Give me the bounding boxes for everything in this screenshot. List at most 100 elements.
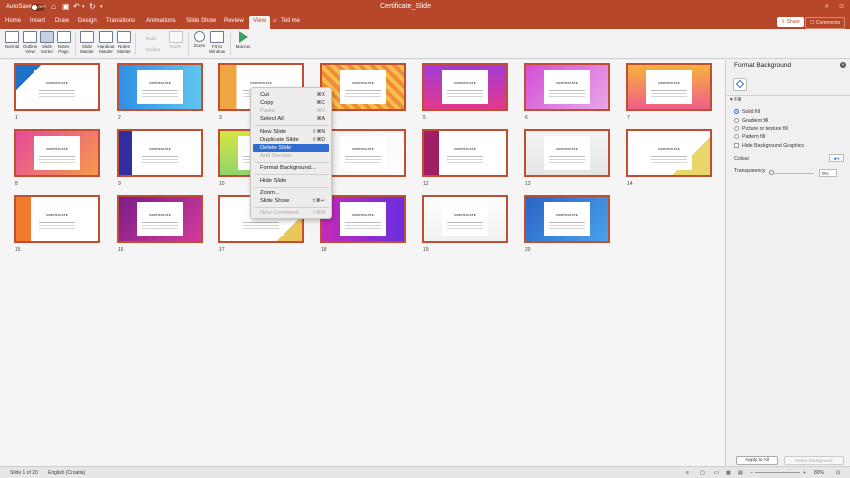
slide-thumbnail[interactable]: CERTIFICATE bbox=[117, 63, 203, 111]
tab-transitions[interactable]: Transitions bbox=[106, 18, 135, 24]
undo-icon[interactable]: ↶ bbox=[73, 2, 80, 11]
menu-item-slide-show[interactable]: Slide Show ⇧⌘↩ bbox=[253, 197, 329, 205]
slide-number: 20 bbox=[525, 247, 531, 253]
transparency-slider-track[interactable] bbox=[769, 173, 814, 174]
certificate-card bbox=[646, 70, 692, 104]
zoom-level[interactable]: 80% bbox=[814, 470, 824, 476]
certificate-card bbox=[646, 136, 692, 170]
menu-item-cut[interactable]: Cut ⌘X bbox=[253, 91, 329, 99]
handout-master-button[interactable]: Handout Master bbox=[96, 31, 116, 54]
slide-thumbnail[interactable]: CERTIFICATE bbox=[524, 195, 610, 243]
tab-home[interactable]: Home bbox=[5, 18, 21, 24]
hide-background-graphics-checkbox[interactable]: Hide Background Graphics bbox=[734, 143, 804, 149]
certificate-card bbox=[544, 136, 590, 170]
fit-slide-icon[interactable]: ⊡ bbox=[836, 470, 840, 476]
share-button[interactable]: ⇪ Share bbox=[777, 17, 804, 27]
reset-background-button[interactable]: Reset Background bbox=[784, 456, 844, 465]
colour-picker-button[interactable]: ◈▾ bbox=[829, 154, 844, 162]
normal-view-button[interactable]: Normal bbox=[4, 31, 20, 49]
slide-thumbnail[interactable]: CERTIFICATE bbox=[117, 195, 203, 243]
slide-thumbnail[interactable]: CERTIFICATE bbox=[117, 129, 203, 177]
gradient-fill-radio[interactable]: Gradient fill bbox=[734, 118, 768, 124]
slide-thumbnail[interactable]: CERTIFICATE bbox=[14, 195, 100, 243]
zoom-button[interactable]: Zoom bbox=[192, 31, 207, 48]
slide-thumbnail[interactable]: CERTIFICATE bbox=[14, 129, 100, 177]
menu-item-paste[interactable]: Paste ⌘V bbox=[253, 107, 329, 115]
menu-item-new-slide[interactable]: New Slide ⇧⌘N bbox=[253, 128, 329, 136]
tab-view[interactable]: View bbox=[249, 16, 270, 29]
slide-thumbnail[interactable]: CERTIFICATE bbox=[524, 63, 610, 111]
apply-to-all-button[interactable]: Apply to All bbox=[736, 456, 778, 465]
certificate-title: CERTIFICATE bbox=[149, 213, 171, 217]
slide-thumbnail[interactable]: CERTIFICATE bbox=[626, 63, 712, 111]
menu-item-duplicate-slide[interactable]: Duplicate Slide ⇧⌘D bbox=[253, 136, 329, 144]
save-icon[interactable]: ▣ bbox=[62, 2, 70, 11]
notes-icon bbox=[168, 31, 183, 43]
comments-button[interactable]: ☐ Comments bbox=[805, 17, 846, 29]
tab-design[interactable]: Design bbox=[78, 18, 97, 24]
reading-view-status-icon[interactable]: ▤ bbox=[738, 470, 743, 476]
slide-thumbnail[interactable]: CERTIFICATE bbox=[422, 63, 508, 111]
notes-master-button[interactable]: Notes Master bbox=[117, 31, 131, 54]
menu-item-hide-slide[interactable]: Hide Slide bbox=[253, 177, 329, 185]
notes-toggle-icon[interactable]: ≡ bbox=[686, 470, 689, 476]
zoom-slider[interactable] bbox=[755, 472, 800, 473]
slide-master-button[interactable]: Slide Master bbox=[79, 31, 95, 54]
autosave-toggle[interactable]: OFF bbox=[31, 4, 46, 11]
pattern-fill-radio[interactable]: Pattern fill bbox=[734, 134, 765, 140]
home-icon[interactable]: ⌂ bbox=[51, 2, 56, 11]
fill-bucket-icon[interactable] bbox=[733, 78, 747, 91]
fill-section-header[interactable]: ▾ Fill bbox=[730, 97, 741, 103]
menu-item-delete-slide[interactable]: Delete Slide bbox=[253, 144, 329, 152]
certificate-text-lines bbox=[548, 90, 586, 91]
redo-icon[interactable]: ↻ bbox=[89, 2, 96, 11]
slide-thumbnail[interactable]: CERTIFICATE bbox=[422, 129, 508, 177]
slide-thumbnail[interactable]: CERTIFICATE bbox=[320, 129, 406, 177]
menu-item-format-background[interactable]: Format Background... bbox=[253, 164, 329, 172]
language-indicator[interactable]: English (Croatia) bbox=[48, 470, 85, 476]
menu-item-copy[interactable]: Copy ⌘C bbox=[253, 99, 329, 107]
tab-review[interactable]: Review bbox=[224, 18, 244, 24]
undo-dropdown-icon[interactable]: ▾ bbox=[82, 4, 85, 10]
ruler-checkbox[interactable]: Ruler bbox=[146, 36, 157, 41]
notes-page-button[interactable]: Notes Page bbox=[56, 31, 71, 54]
slide-sorter-button[interactable]: Slide Sorter bbox=[39, 31, 55, 54]
guides-checkbox[interactable]: Guides bbox=[146, 47, 160, 52]
slide-thumbnail[interactable]: CERTIFICATE bbox=[320, 195, 406, 243]
customize-toolbar-icon[interactable]: ▾ bbox=[100, 4, 103, 10]
notes-button[interactable]: Notes bbox=[168, 31, 183, 49]
comments-toggle-icon[interactable]: ▢ bbox=[700, 470, 705, 476]
solid-fill-radio[interactable]: Solid fill bbox=[734, 109, 760, 115]
slide-thumbnail[interactable]: CERTIFICATE bbox=[422, 195, 508, 243]
fit-to-window-button[interactable]: Fit to Window bbox=[208, 31, 226, 54]
tab-slide-show[interactable]: Slide Show bbox=[186, 18, 216, 24]
slide-thumbnail[interactable]: CERTIFICATE bbox=[320, 63, 406, 111]
slide-thumbnail[interactable]: CERTIFICATE bbox=[524, 129, 610, 177]
zoom-out-icon[interactable]: − bbox=[750, 470, 753, 476]
tab-insert[interactable]: Insert bbox=[30, 18, 45, 24]
slide-thumbnail[interactable]: CERTIFICATE bbox=[14, 63, 100, 111]
slide-sorter-status-icon[interactable]: ▦ bbox=[726, 470, 731, 476]
menu-item-new-comment[interactable]: New Comment ⇧⌘M bbox=[253, 209, 329, 217]
outline-view-label: Outline View bbox=[22, 44, 38, 54]
account-icon[interactable]: ☺ bbox=[838, 3, 845, 10]
certificate-text-lines bbox=[650, 156, 688, 157]
certificate-card bbox=[544, 70, 590, 104]
tab-animations[interactable]: Animations bbox=[146, 18, 176, 24]
menu-item-paste-label: Paste bbox=[260, 108, 275, 114]
transparency-slider-handle[interactable] bbox=[769, 170, 774, 175]
transparency-input[interactable]: 0% bbox=[819, 169, 837, 177]
menu-item-add-section[interactable]: Add Section bbox=[253, 152, 329, 160]
close-icon[interactable]: ✕ bbox=[840, 62, 846, 68]
search-icon[interactable]: ⌕ bbox=[825, 3, 829, 11]
outline-view-button[interactable]: Outline View bbox=[22, 31, 38, 54]
menu-item-select-all[interactable]: Select All ⌘A bbox=[253, 115, 329, 123]
macros-button[interactable]: Macros bbox=[234, 31, 252, 49]
slide-thumbnail[interactable]: CERTIFICATE bbox=[626, 129, 712, 177]
zoom-in-icon[interactable]: + bbox=[803, 470, 806, 476]
tell-me-search[interactable]: Tell me bbox=[281, 18, 300, 24]
normal-view-status-icon[interactable]: ▭ bbox=[714, 470, 719, 476]
menu-item-zoom[interactable]: Zoom... bbox=[253, 189, 329, 197]
tab-draw[interactable]: Draw bbox=[55, 18, 69, 24]
picture-texture-fill-radio[interactable]: Picture or texture fill bbox=[734, 126, 788, 132]
